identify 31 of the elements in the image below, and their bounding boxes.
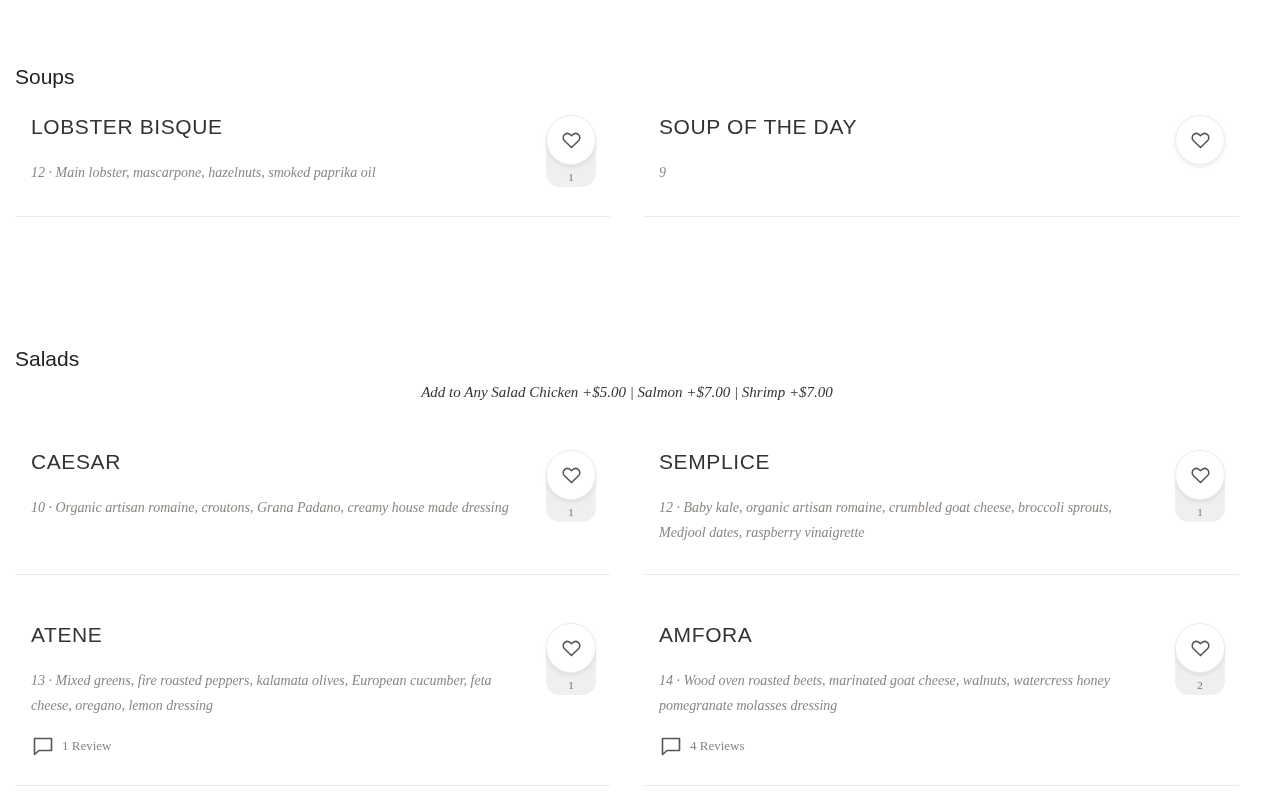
reviews-link[interactable]: 4 Reviews [690,736,745,756]
menu-item-name: CAESAR [31,449,121,475]
speech-bubble-icon [33,736,53,756]
like-button[interactable] [546,623,596,673]
menu-item-name: SEMPLICE [659,449,770,475]
menu-item-description: 13 · Mixed greens, fire roasted peppers, kalamata olives, European cucumber, feta cheese, oregano, lemon dressing [31,672,493,715]
heart-icon [561,639,581,657]
menu-item-description: 12 · Main lobster, mascarpone, hazelnuts, smoked paprika oil [31,164,376,182]
heart-icon [1190,131,1210,149]
menu-item-name: LOBSTER BISQUE [31,114,223,140]
like-button[interactable] [1175,115,1225,165]
menu-item-name: AMFORA [659,622,753,648]
like-button[interactable] [1175,450,1225,500]
reviews-link[interactable]: 1 Review [62,736,112,756]
menu-item-description: 9 [659,164,666,182]
menu-item-description: 14 · Wood oven roasted beets, marinated goat cheese, walnuts, watercress honey pomegranate molasses dressing [659,672,1111,715]
like-button[interactable] [546,115,596,165]
heart-icon [1190,639,1210,657]
section-heading: Salads [15,346,80,372]
menu-item-name: ATENE [31,622,103,648]
heart-icon [561,466,581,484]
heart-icon [561,131,581,149]
speech-bubble-icon [661,736,681,756]
like-button[interactable] [546,450,596,500]
menu-item-name: SOUP OF THE DAY [659,114,858,140]
heart-icon [1190,466,1210,484]
section-note: Add to Any Salad Chicken +$5.00 | Salmon +$7.00 | Shrimp +$7.00 [421,383,833,402]
section-heading: Soups [15,64,75,90]
menu-item-description: 10 · Organic artisan romaine, croutons, Grana Padano, creamy house made dressing [31,499,509,517]
like-button[interactable] [1175,623,1225,673]
menu-item-description: 12 · Baby kale, organic artisan romaine, crumbled goat cheese, broccoli sprouts, Medjool dates, raspberry vinaigrette [659,499,1113,542]
